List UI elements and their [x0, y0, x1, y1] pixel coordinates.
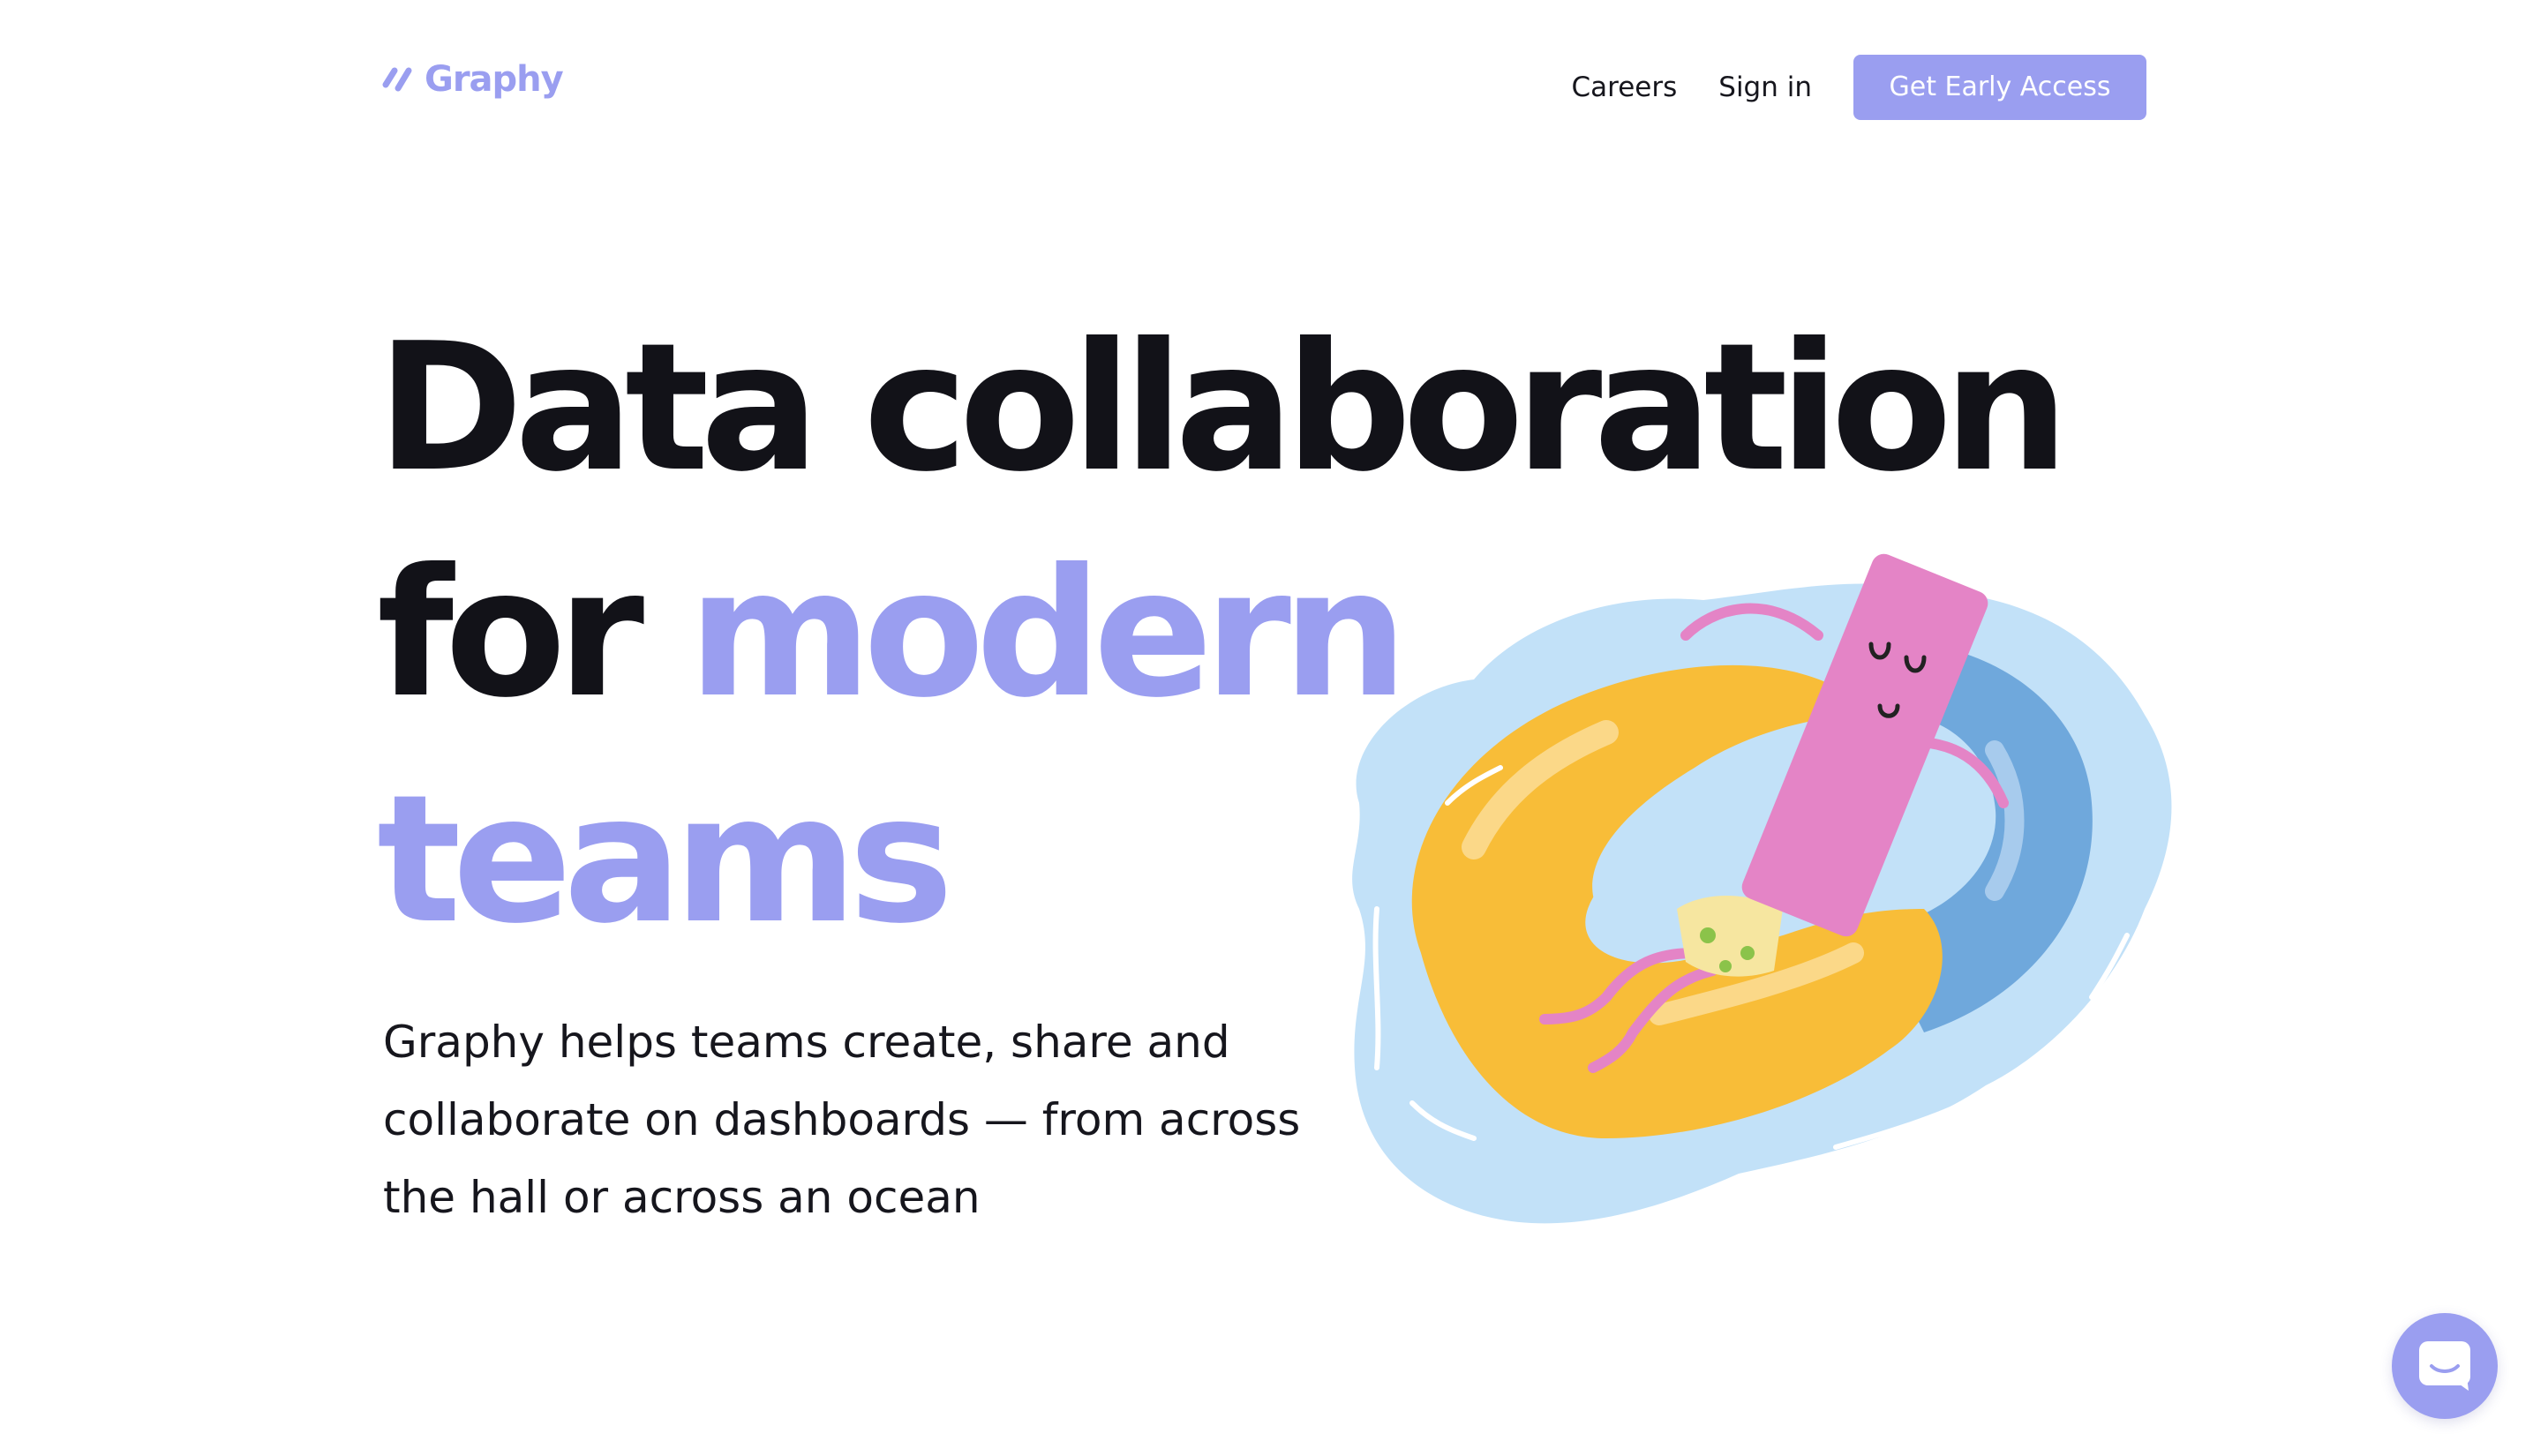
nav-link-sign-in[interactable]: Sign in [1718, 71, 1812, 103]
landing-page: Graphy Careers Sign in Get Early Access … [0, 0, 2533, 1456]
headline-line-1: Data collaboration [377, 305, 2069, 511]
get-early-access-button[interactable]: Get Early Access [1853, 55, 2146, 120]
logo-mark-icon [382, 67, 412, 92]
headline-line-2-plain: for [377, 531, 688, 737]
shorts-pattern-dot [1719, 960, 1732, 972]
hero-subtext: Graphy helps teams create, share and col… [383, 1017, 1301, 1223]
top-navigation: Graphy Careers Sign in Get Early Access [382, 55, 2146, 124]
water-ripple-line [1372, 906, 1381, 1070]
headline-accent-modern: modern [688, 531, 1409, 737]
nav-link-careers[interactable]: Careers [1572, 71, 1678, 103]
shorts-pattern-dot [1700, 927, 1716, 943]
chat-bubble-icon [2419, 1341, 2470, 1391]
nav-links: Careers Sign in Get Early Access [1572, 55, 2146, 120]
shorts-pattern-dot [1740, 946, 1755, 960]
relaxing-bar-character-on-swim-ring-illustration [1352, 553, 2172, 1224]
logo-link[interactable]: Graphy [382, 59, 564, 100]
chat-launcher-button[interactable] [2392, 1313, 2498, 1419]
logo-wordmark: Graphy [425, 59, 564, 100]
